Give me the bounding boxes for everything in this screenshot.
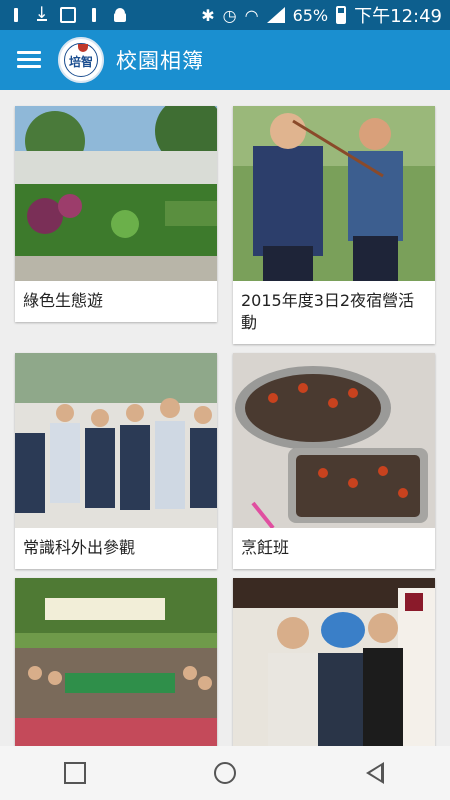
album-caption: 烹飪班 [241,538,290,557]
android-icon [112,7,128,23]
album-card[interactable]: 常識科外出參觀 [15,353,217,569]
album-card[interactable]: 2015年度3日2夜宿營活動 [233,106,435,344]
album-card[interactable]: 綠色生態遊 [15,106,217,322]
app-bar: 培智 校園相簿 [0,30,450,90]
album-thumbnail [233,106,435,281]
hamburger-icon [17,51,41,69]
album-thumbnail [15,353,217,528]
album-caption: 常識科外出參觀 [23,538,136,557]
album-caption: 綠色生態遊 [23,291,104,310]
usb-debug-icon [86,7,102,23]
recents-button[interactable] [45,746,105,800]
system-nav-bar [0,746,450,800]
signal-icon [266,7,285,23]
album-thumbnail [233,353,435,528]
page-title: 校園相簿 [116,49,204,73]
home-button[interactable] [195,746,255,800]
menu-button[interactable] [0,30,58,90]
album-card[interactable] [233,578,435,746]
clock: 下午12:49 [354,6,442,27]
recents-icon [64,762,86,784]
album-caption: 2015年度3日2夜宿營活動 [241,291,415,332]
album-card[interactable]: 烹飪班 [233,353,435,569]
album-card[interactable] [15,578,217,746]
back-icon [366,762,384,784]
logo-text: 培智 [68,55,93,69]
status-bar: ✱ ◷ ◠ 65% 下午12:49 [0,0,450,30]
album-grid: 綠色生態遊 2015年度3日2夜宿營活動 常識科外出參觀 烹飪班 [0,90,450,746]
wifi-icon: ◠ [244,5,259,25]
photo-icon [60,7,76,23]
bluetooth-icon: ✱ [201,5,215,25]
album-thumbnail [15,578,217,746]
download-icon [34,3,50,23]
album-thumbnail [233,578,435,746]
school-logo: 培智 [58,37,104,83]
battery-percent: 65% [292,5,329,25]
back-button[interactable] [345,746,405,800]
system-icons: ✱ ◷ ◠ 65% 下午12:49 [201,2,442,28]
usb-icon [8,7,24,23]
battery-icon [336,6,347,24]
notification-icons [8,3,128,23]
album-thumbnail [15,106,217,281]
alarm-icon: ◷ [222,5,237,25]
home-icon [214,762,236,784]
